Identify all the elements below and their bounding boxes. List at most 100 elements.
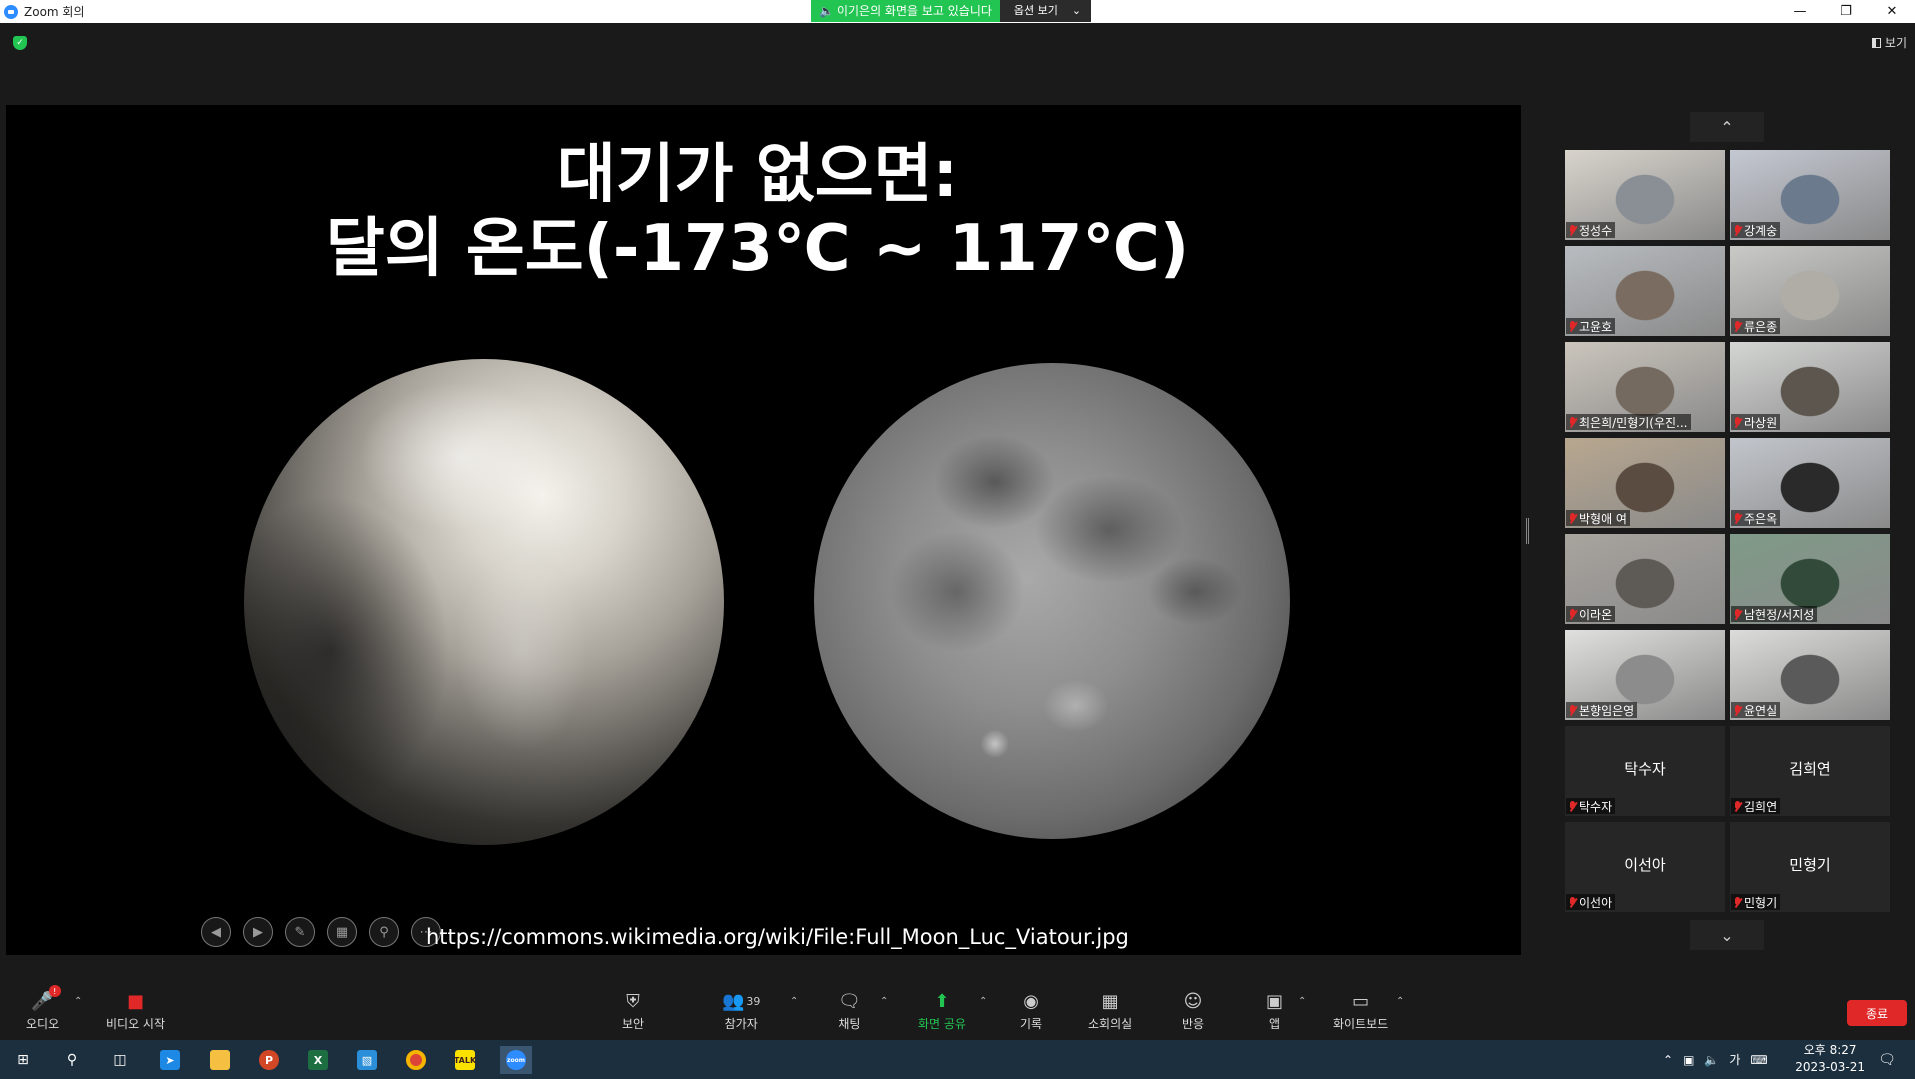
participant-tile[interactable]: 주은옥 [1730,438,1890,528]
participant-tile[interactable]: 고윤호 [1565,246,1725,336]
muted-microphone-icon [1734,800,1741,812]
participant-name-tag: 남현정/서지성 [1731,606,1818,622]
participant-tile[interactable]: 이선아 이선아 [1565,822,1725,912]
audio-label: 오디오 [26,1017,60,1031]
participant-name: 남현정/서지성 [1744,607,1815,622]
panel-splitter-handle[interactable] [1526,518,1529,544]
bird-app-icon[interactable]: ➤ [156,1046,184,1074]
show-hidden-icons-icon[interactable]: ⌃ [1663,1053,1673,1067]
participant-tile[interactable]: 박형애 여 [1565,438,1725,528]
excel-icon[interactable]: X [304,1046,332,1074]
window-titlebar: Zoom 회의 🔈 이기은의 화면을 보고 있습니다 옵션 보기 ⌄ — ❐ ✕ [0,0,1915,23]
keyboard-icon[interactable]: ⌨ [1750,1053,1767,1067]
slides-grid-icon[interactable]: ▦ [327,917,357,947]
windows-start-icon[interactable]: ⊞ [9,1046,37,1074]
participants-icon: 👥 39 [722,990,761,1012]
slideshow-controls: ◀ ▶ ✎ ▦ ⚲ ⋯ [201,917,441,947]
apps-button[interactable]: ▣ 앱 [1266,990,1283,1032]
view-button[interactable]: 보기 [1871,34,1907,51]
ime-indicator[interactable]: 가 [1729,1051,1740,1068]
encryption-shield-icon[interactable]: ✓ [13,36,27,50]
participant-tile[interactable]: 강계숭 [1730,150,1890,240]
participant-tile[interactable]: 김희연 김희연 [1730,726,1890,816]
muted-microphone-icon [1734,320,1741,332]
gallery-scroll-up-button[interactable]: ⌃ [1690,112,1764,142]
whiteboard-options-caret[interactable]: ⌃ [1396,996,1404,1007]
kakaotalk-icon[interactable]: TALK [451,1046,479,1074]
participant-name: 라상원 [1744,415,1778,430]
chat-button[interactable]: 🗨 채팅 [838,990,861,1032]
participant-name: 이라온 [1579,607,1613,622]
system-tray: ⌃ ▣ 🔈 가 ⌨ [1663,1040,1768,1079]
restore-button[interactable]: ❐ [1823,0,1869,22]
search-icon[interactable]: ⚲ [58,1046,86,1074]
reactions-button[interactable]: ☺ 반응 [1182,990,1204,1032]
participant-name-tag: 류은종 [1731,318,1781,334]
participant-name-tag: 강계숭 [1731,222,1781,238]
participant-tile[interactable]: 남현정/서지성 [1730,534,1890,624]
audio-options-caret[interactable]: ⌃ [74,996,82,1007]
layout-icon [1871,37,1881,48]
chevron-up-icon: ⌃ [1720,117,1734,137]
participant-name-tag: 박형애 여 [1566,510,1630,526]
participant-tile[interactable]: 탁수자 탁수자 [1565,726,1725,816]
pen-icon[interactable]: ✎ [285,917,315,947]
apps-options-caret[interactable]: ⌃ [1298,996,1306,1007]
participant-tile[interactable]: 본향임은영 [1565,630,1725,720]
muted-microphone-icon [1734,704,1741,716]
share-options-caret[interactable]: ⌃ [979,996,987,1007]
app-icon[interactable]: ▧ [353,1046,381,1074]
powerpoint-icon[interactable]: P [255,1046,283,1074]
next-slide-icon[interactable]: ▶ [243,917,273,947]
close-button[interactable]: ✕ [1869,0,1915,22]
participant-tile[interactable]: 최은희/민형기(우진... [1565,342,1725,432]
gallery-scroll-down-button[interactable]: ⌄ [1690,920,1764,950]
muted-microphone-icon [1734,416,1741,428]
participant-tile[interactable]: 민형기 민형기 [1730,822,1890,912]
participant-display-name: 이선아 [1624,856,1666,874]
whiteboard-label: 화이트보드 [1333,1017,1389,1031]
participants-options-caret[interactable]: ⌃ [790,996,798,1007]
apps-label: 앱 [1268,1017,1281,1031]
end-meeting-button[interactable]: 종료 [1847,1000,1907,1026]
notification-icon[interactable]: 🗨 [1873,1046,1901,1074]
zoom-taskbar-icon[interactable]: zoom [500,1046,532,1074]
minimize-button[interactable]: — [1777,0,1823,22]
file-explorer-icon[interactable] [206,1046,234,1074]
participant-tile[interactable]: 이라온 [1565,534,1725,624]
record-button[interactable]: ◉ 기록 [1020,990,1042,1032]
participant-name-tag: 정성수 [1566,222,1616,238]
start-video-button[interactable]: ■ 비디오 시작 [106,990,165,1032]
audio-button[interactable]: 🎤! 오디오 [26,985,61,1032]
zoom-magnifier-icon[interactable]: ⚲ [369,917,399,947]
muted-microphone-icon [1734,224,1741,236]
chat-options-caret[interactable]: ⌃ [880,996,888,1007]
participant-display-name: 김희연 [1789,760,1831,778]
participants-button[interactable]: 👥 39 참가자 [722,990,760,1032]
share-screen-button[interactable]: ⬆ 화면 공유 [918,990,966,1032]
security-button[interactable]: ⛨ 보안 [622,990,644,1032]
breakout-rooms-button[interactable]: ▦ 소회의실 [1088,990,1132,1032]
participant-tile[interactable]: 정성수 [1565,150,1725,240]
system-clock[interactable]: 오후 8:27 2023-03-21 [1795,1042,1865,1076]
participant-tile[interactable]: 류은종 [1730,246,1890,336]
reactions-icon: ☺ [1183,990,1203,1012]
volume-icon[interactable]: 🔈 [1704,1053,1719,1067]
view-options-button[interactable]: 옵션 보기 ⌄ [999,0,1092,22]
chrome-icon[interactable] [402,1046,430,1074]
muted-microphone-icon [1569,224,1576,236]
previous-slide-icon[interactable]: ◀ [201,917,231,947]
share-screen-icon: ⬆ [934,990,950,1012]
participant-tile[interactable]: 라상원 [1730,342,1890,432]
whiteboard-button[interactable]: ▭ 화이트보드 [1333,990,1388,1032]
speaker-icon: 🔈 [819,4,834,18]
task-view-icon[interactable]: ◫ [106,1046,134,1074]
earth-image [244,359,724,845]
participant-tile[interactable]: 윤연실 [1730,630,1890,720]
participant-name-tag: 라상원 [1731,414,1781,430]
breakout-label: 소회의실 [1088,1017,1133,1031]
participant-count: 39 [746,994,761,1008]
share-banner: 🔈 이기은의 화면을 보고 있습니다 옵션 보기 ⌄ [811,0,1092,22]
participant-display-name: 탁수자 [1624,760,1666,778]
network-icon[interactable]: ▣ [1683,1053,1694,1067]
